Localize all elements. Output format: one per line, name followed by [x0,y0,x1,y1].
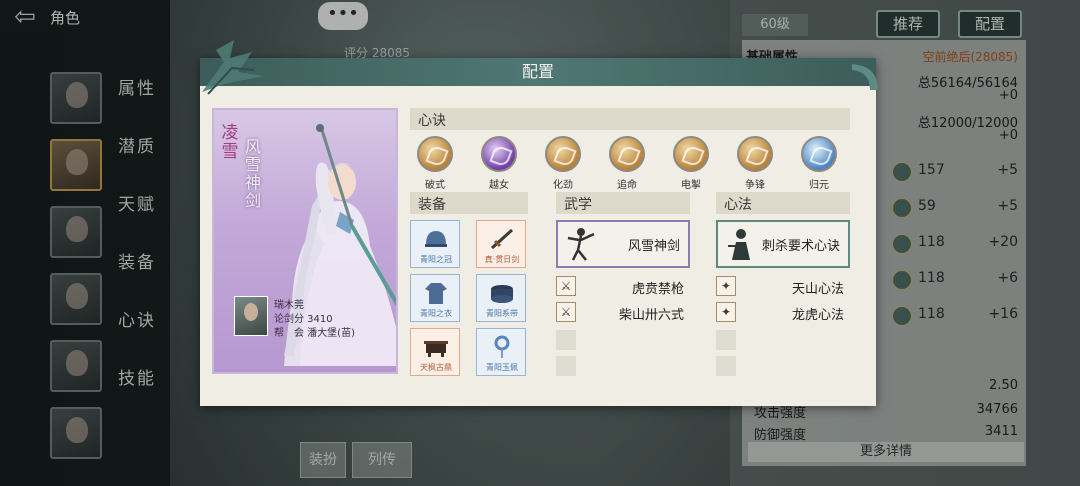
chase-life-icon [609,136,645,172]
belt-icon [491,285,513,303]
xinjue-section-header: 心诀 [410,108,850,130]
xinfa-sub-slot[interactable]: ✦ 龙虎心法 [716,302,850,324]
yuenv-icon [481,136,517,172]
wuxue-section-header: 武学 [556,192,690,214]
equipment-slot[interactable]: 天枫古鼎 [410,328,460,376]
equipment-slot[interactable]: 青阳之衣 [410,274,460,322]
modal-title: 配置 [521,62,554,81]
xinfa-section-header: 心法 [716,192,850,214]
arena-score: 论剑分 3410 [274,314,333,325]
robe-icon [425,283,447,304]
return-origin-icon [801,136,837,172]
empty-slot[interactable] [556,356,576,376]
jade-pendant-icon [494,335,510,358]
xinjue-item[interactable]: 争锋 [734,136,776,191]
cauldron-icon [424,341,448,357]
xinfa-sub-slot[interactable]: ✦ 天山心法 [716,276,850,298]
xinjue-item[interactable]: 化劲 [542,136,584,191]
helmet-icon [425,231,447,247]
equipment-slot[interactable]: 真·贯日剑 [476,220,526,268]
player-avatar [234,296,268,336]
assassin-icon [728,229,750,260]
wuxue-sub-slot[interactable]: ⚔ 柴山卅六式 [556,302,690,324]
guild-name: 帮 会 潘大堡(苗) [274,328,355,339]
xinjue-item[interactable]: 破式 [414,136,456,191]
xinjue-item[interactable]: 追命 [606,136,648,191]
dragon-tiger-icon: ✦ [716,302,736,322]
sword-icon [490,228,514,250]
xinfa-main-slot[interactable]: 刺杀要术心诀 [716,220,850,268]
tianshan-icon: ✦ [716,276,736,296]
equipment-slot[interactable]: 青阳之冠 [410,220,460,268]
lightning-icon [673,136,709,172]
wuxue-main-slot[interactable]: 风雪神剑 [556,220,690,268]
contend-icon [737,136,773,172]
character-name: 凌雪 [221,123,239,162]
spear-icon: ⚔ [556,276,576,296]
break-stance-icon [417,136,453,172]
character-skill-title: 风雪神剑 [244,137,261,210]
xinjue-item[interactable]: 电掣 [670,136,712,191]
character-portrait-card: 凌雪 风雪神剑 瑞木莞 论剑分 3410 帮 会 潘大堡(苗) [212,108,398,374]
wuxue-sub-slot[interactable]: ⚔ 虎贲禁枪 [556,276,690,298]
config-modal: 配置 凌雪 风雪神剑 瑞木莞 论剑分 3410 帮 会 潘大堡(苗) 心诀 破式… [200,40,878,406]
player-info: 瑞木莞 论剑分 3410 帮 会 潘大堡(苗) [234,296,394,344]
empty-slot[interactable] [716,330,736,350]
wuxue-main-label: 风雪神剑 [627,239,680,254]
equipment-slot[interactable]: 青阳系带 [476,274,526,322]
equipment-section-header: 装备 [410,192,528,214]
player-name: 瑞木莞 [274,300,304,311]
xinjue-item[interactable]: 越女 [478,136,520,191]
transform-force-icon [545,136,581,172]
equipment-slot[interactable]: 青阳玉佩 [476,328,526,376]
sword-stance-icon [567,228,595,261]
xinfa-main-label: 刺杀要术心诀 [761,239,840,254]
xinjue-item[interactable]: 归元 [798,136,840,191]
empty-slot[interactable] [716,356,736,376]
empty-slot[interactable] [556,330,576,350]
staff-icon: ⚔ [556,302,576,322]
